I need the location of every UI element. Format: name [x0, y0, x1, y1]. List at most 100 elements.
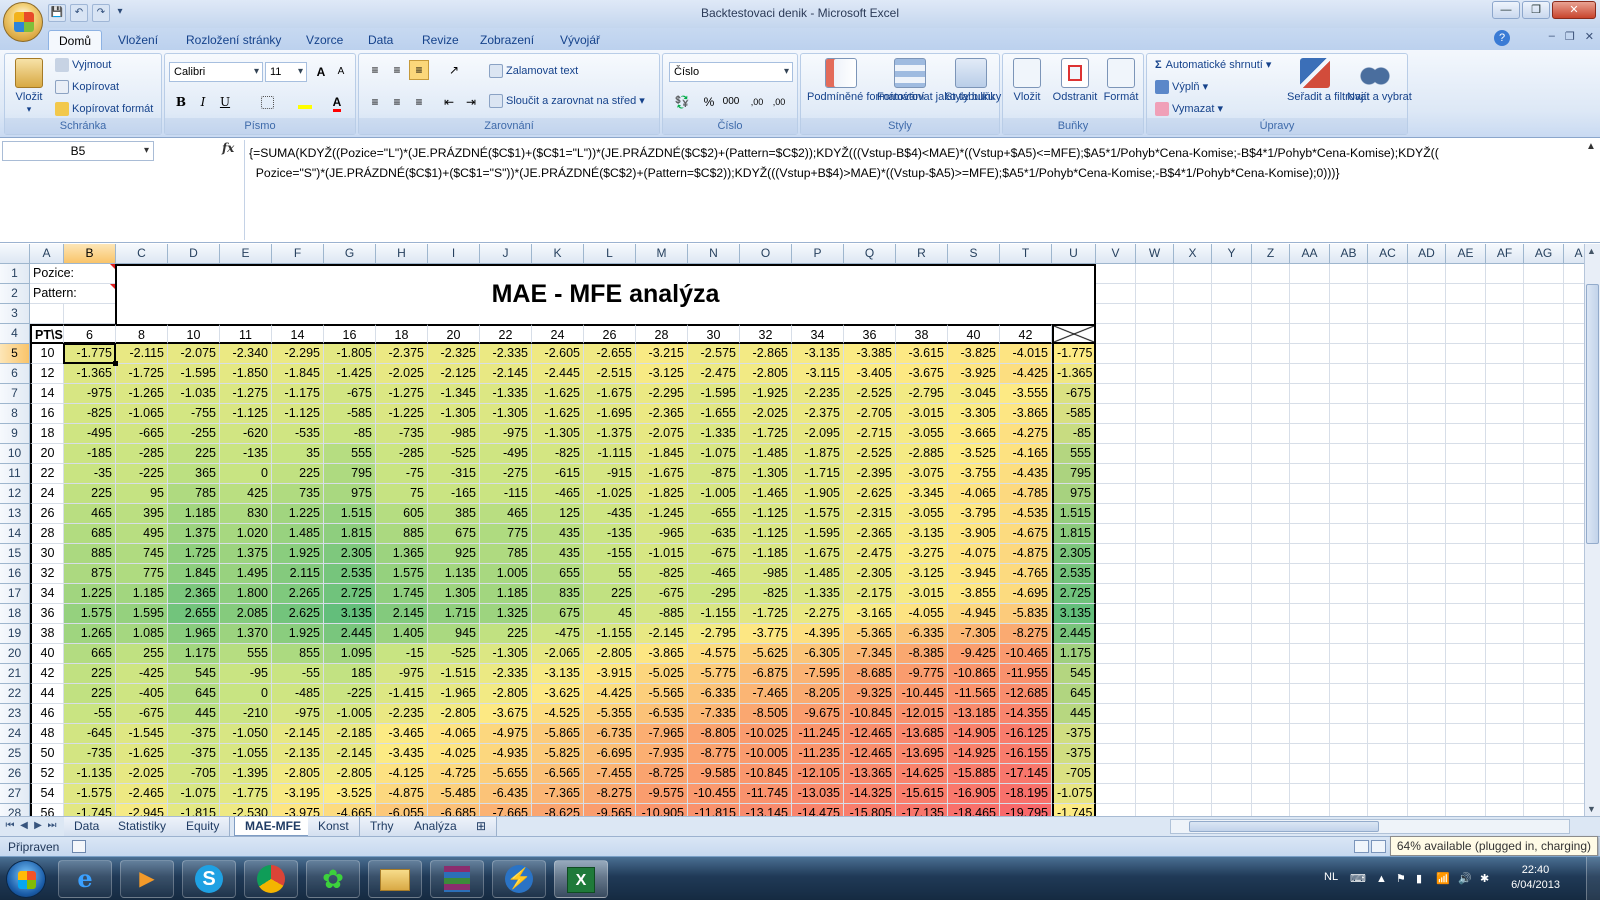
- cell[interactable]: [1564, 604, 1584, 624]
- cell[interactable]: [1486, 304, 1524, 324]
- matrix-cell[interactable]: -3.675: [480, 704, 532, 724]
- matrix-cell[interactable]: -9.425: [948, 644, 1000, 664]
- sort-filter-button[interactable]: Seřadit a filtrovat: [1287, 58, 1370, 103]
- matrix-cell[interactable]: -1.035: [168, 384, 220, 404]
- matrix-cell[interactable]: 495: [116, 524, 168, 544]
- matrix-cell[interactable]: -405: [116, 684, 168, 704]
- matrix-cell[interactable]: -5.835: [1000, 604, 1052, 624]
- cell[interactable]: [1446, 344, 1486, 364]
- matrix-cell[interactable]: -285: [376, 444, 428, 464]
- cell[interactable]: [1252, 444, 1290, 464]
- matrix-cell[interactable]: -9.575: [636, 784, 688, 804]
- language-indicator[interactable]: NL: [1324, 871, 1338, 883]
- matrix-cell[interactable]: 35: [272, 444, 324, 464]
- cut-button[interactable]: Vyjmout: [55, 58, 111, 72]
- matrix-cell[interactable]: 1.265: [64, 624, 116, 644]
- italic-button[interactable]: I: [193, 92, 213, 112]
- cell[interactable]: [1096, 704, 1136, 724]
- pt-header[interactable]: 32: [30, 564, 64, 584]
- tab-developer[interactable]: Vývojář: [550, 30, 610, 50]
- cell[interactable]: [1408, 364, 1446, 384]
- matrix-cell[interactable]: -2.655: [584, 344, 636, 364]
- bold-button[interactable]: B: [171, 92, 191, 112]
- matrix-cell[interactable]: -14.625: [896, 764, 948, 784]
- cell[interactable]: [1564, 464, 1584, 484]
- cell[interactable]: [1408, 624, 1446, 644]
- column-header[interactable]: Q: [844, 244, 896, 264]
- row-header[interactable]: 19: [0, 624, 30, 644]
- matrix-cell[interactable]: 1.815: [324, 524, 376, 544]
- cell[interactable]: [1290, 644, 1330, 664]
- matrix-cell[interactable]: -3.905: [948, 524, 1000, 544]
- cell[interactable]: [1174, 524, 1212, 544]
- cell[interactable]: [1212, 524, 1252, 544]
- find-select-button[interactable]: Najít a vybrat: [1347, 58, 1412, 103]
- matrix-cell[interactable]: -2.315: [844, 504, 896, 524]
- cell[interactable]: [1330, 384, 1368, 404]
- matrix-cell[interactable]: -2.515: [584, 364, 636, 384]
- matrix-cell[interactable]: -1.715: [792, 464, 844, 484]
- sl-header[interactable]: 6: [64, 324, 116, 344]
- matrix-cell[interactable]: -16.155: [1000, 744, 1052, 764]
- matrix-cell[interactable]: 385: [428, 504, 480, 524]
- matrix-cell[interactable]: -425: [116, 664, 168, 684]
- cell[interactable]: [1290, 344, 1330, 364]
- cell[interactable]: [1564, 784, 1584, 804]
- sl-header[interactable]: 22: [480, 324, 532, 344]
- cell[interactable]: [1212, 424, 1252, 444]
- cell[interactable]: [1408, 444, 1446, 464]
- matrix-cell[interactable]: -6.685: [428, 804, 480, 816]
- cell[interactable]: [1564, 444, 1584, 464]
- pt-header[interactable]: 56: [30, 804, 64, 816]
- cell[interactable]: [1446, 484, 1486, 504]
- matrix-cell[interactable]: -4.525: [532, 704, 584, 724]
- cell[interactable]: [1524, 424, 1564, 444]
- matrix-cell[interactable]: -225: [116, 464, 168, 484]
- matrix-cell[interactable]: 775: [480, 524, 532, 544]
- matrix-cell[interactable]: 435: [532, 524, 584, 544]
- cell[interactable]: [1212, 324, 1252, 344]
- help-icon[interactable]: ?: [1494, 30, 1510, 46]
- cell[interactable]: [1096, 584, 1136, 604]
- row-header[interactable]: 14: [0, 524, 30, 544]
- matrix-cell[interactable]: 605: [376, 504, 428, 524]
- matrix-cell[interactable]: -2.475: [688, 364, 740, 384]
- column-header[interactable]: U: [1052, 244, 1096, 264]
- cell[interactable]: [1252, 424, 1290, 444]
- delete-cells-button[interactable]: Odstranit: [1051, 58, 1099, 103]
- matrix-cell[interactable]: -3.775: [740, 624, 792, 644]
- cell[interactable]: [1136, 604, 1174, 624]
- matrix-cell[interactable]: -875: [688, 464, 740, 484]
- matrix-cell[interactable]: -3.945: [948, 564, 1000, 584]
- column-header[interactable]: E: [220, 244, 272, 264]
- cell[interactable]: [1330, 464, 1368, 484]
- matrix-cell[interactable]: -10.905: [636, 804, 688, 816]
- cell[interactable]: [1486, 624, 1524, 644]
- pt-header[interactable]: 30: [30, 544, 64, 564]
- cell[interactable]: [1252, 624, 1290, 644]
- matrix-cell[interactable]: -3.215: [636, 344, 688, 364]
- cell[interactable]: [1290, 764, 1330, 784]
- skype-icon[interactable]: S: [182, 860, 236, 898]
- cell[interactable]: [1330, 504, 1368, 524]
- matrix-cell[interactable]: -3.125: [636, 364, 688, 384]
- cell[interactable]: [1564, 564, 1584, 584]
- formula-input[interactable]: {=SUMA(KDYŽ((Pozice="L")*(JE.PRÁZDNÉ($C$…: [244, 140, 1582, 240]
- matrix-cell[interactable]: -585: [324, 404, 376, 424]
- matrix-cell[interactable]: -2.145: [636, 624, 688, 644]
- matrix-cell[interactable]: 185: [324, 664, 376, 684]
- matrix-cell[interactable]: -1.625: [532, 384, 584, 404]
- matrix-cell[interactable]: 785: [168, 484, 220, 504]
- cell[interactable]: [1290, 684, 1330, 704]
- cell[interactable]: [1446, 284, 1486, 304]
- matrix-cell[interactable]: -4.695: [1000, 584, 1052, 604]
- sheet-tab[interactable]: Data: [64, 817, 111, 836]
- matrix-cell[interactable]: -1.965: [428, 684, 480, 704]
- matrix-cell[interactable]: -2.375: [376, 344, 428, 364]
- matrix-cell[interactable]: 1.495: [220, 564, 272, 584]
- cell[interactable]: [1212, 784, 1252, 804]
- matrix-cell[interactable]: -295: [688, 584, 740, 604]
- cell[interactable]: [1330, 604, 1368, 624]
- cell[interactable]: [1564, 344, 1584, 364]
- matrix-cell[interactable]: -1.725: [116, 364, 168, 384]
